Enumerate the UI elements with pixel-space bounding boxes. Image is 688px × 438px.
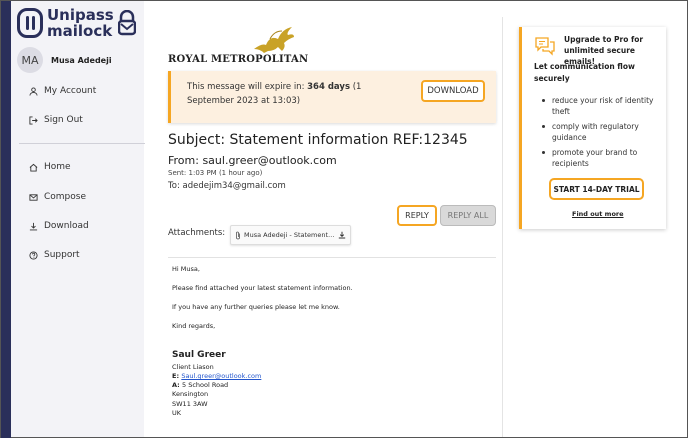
griffin-logo-icon	[254, 27, 294, 53]
sidebar-item-label: Compose	[44, 192, 87, 202]
expiry-text: This message will expire in: 364 days (1…	[187, 80, 387, 108]
attachment-chip[interactable]: Musa Adedeji - Statement do...	[230, 225, 351, 245]
sidebar-item-label: Download	[44, 221, 89, 231]
body-greeting: Hi Musa,	[172, 265, 200, 273]
sidebar-item-label: Sign Out	[44, 115, 83, 125]
start-trial-button[interactable]: START 14-DAY TRIAL	[549, 178, 644, 200]
reply-all-button[interactable]: REPLY ALL	[440, 205, 496, 226]
upgrade-promo-card: Upgrade to Pro for unlimited secure emai…	[519, 27, 666, 229]
reply-button[interactable]: REPLY	[397, 205, 437, 226]
sidebar: Unipass mailock MA Musa Adedeji My Accou…	[11, 1, 145, 437]
body-signoff: Kind regards,	[172, 322, 216, 330]
signature-email-line: E: Saul.greer@outlook.com	[172, 372, 261, 380]
signature-name: Saul Greer	[172, 350, 226, 360]
message-panel: ROYAL METROPOLITAN This message will exp…	[144, 1, 502, 437]
download-button[interactable]: DOWNLOAD	[421, 80, 485, 102]
email-to: To: adedejim34@gmail.com	[168, 181, 286, 191]
download-icon	[29, 222, 38, 230]
app-logo-text: Unipass mailock	[47, 7, 114, 39]
sidebar-item-label: Support	[44, 250, 80, 260]
body-divider	[168, 257, 496, 258]
brand-name: ROYAL METROPOLITAN	[168, 54, 309, 65]
help-icon	[29, 250, 38, 260]
sidebar-item-download[interactable]: Download	[29, 221, 89, 231]
signature-title: Client Liason	[172, 363, 214, 371]
signature-email-prefix: E:	[172, 372, 182, 380]
sidebar-item-compose[interactable]: Compose	[29, 192, 86, 202]
list-item: reduce your risk of identity theft	[542, 95, 664, 117]
sidebar-item-label: Home	[44, 162, 71, 172]
mail-icon	[29, 193, 38, 201]
promo-subtitle: Let communication flow securely	[534, 62, 635, 83]
chat-bubbles-icon	[535, 37, 555, 56]
sidebar-item-label: My Account	[44, 86, 97, 96]
panel-divider	[502, 17, 503, 437]
attachments-label: Attachments:	[168, 228, 226, 238]
download-icon[interactable]	[338, 231, 346, 239]
signature-city: Kensington	[172, 390, 209, 398]
signature-postcode: SW11 3AW	[172, 400, 208, 408]
unipass-logo-icon	[17, 8, 43, 38]
email-subject: Subject: Statement information REF:12345	[168, 132, 468, 148]
app-logo[interactable]: Unipass mailock	[17, 7, 136, 39]
left-accent-strip	[1, 1, 11, 438]
user-icon	[29, 86, 38, 96]
sidebar-item-sign-out[interactable]: Sign Out	[29, 115, 83, 125]
list-item: comply with regulatory guidance	[542, 121, 664, 143]
body-paragraph: Please find attached your latest stateme…	[172, 284, 353, 292]
paperclip-icon	[236, 231, 240, 239]
sidebar-divider	[19, 143, 145, 144]
signature-address: 5 School Road	[182, 381, 229, 389]
user-name: Musa Adedeji	[51, 55, 112, 65]
body-paragraph: If you have any further queries please l…	[172, 303, 340, 311]
logo-line-1: Unipass	[47, 6, 114, 24]
sidebar-item-support[interactable]: Support	[29, 250, 80, 260]
signature-address-prefix: A:	[172, 381, 183, 389]
signature-email-link[interactable]: Saul.greer@outlook.com	[181, 372, 261, 380]
attachment-filename: Musa Adedeji - Statement do...	[244, 231, 335, 239]
list-item: promote your brand to recipients	[542, 147, 664, 169]
signature-address-line: A: 5 School Road	[172, 381, 228, 389]
sidebar-item-home[interactable]: Home	[29, 162, 71, 172]
email-sent-time: Sent: 1:03 PM (1 hour ago)	[168, 169, 263, 177]
expiry-prefix: This message will expire in:	[187, 82, 308, 92]
promo-benefits-list: reduce your risk of identity theft compl…	[542, 95, 664, 173]
sign-out-icon	[29, 115, 38, 125]
signature-country: UK	[172, 409, 182, 417]
mailock-lock-icon	[117, 10, 136, 36]
find-out-more-link[interactable]: Find out more	[572, 210, 624, 218]
expiry-notice: This message will expire in: 364 days (1…	[168, 71, 496, 123]
sidebar-item-my-account[interactable]: My Account	[29, 86, 96, 96]
logo-line-2: mailock	[47, 22, 113, 40]
user-profile[interactable]: MA Musa Adedeji	[17, 47, 112, 73]
expiry-days: 364 days	[307, 82, 351, 92]
email-from: From: saul.greer@outlook.com	[168, 154, 337, 167]
avatar: MA	[17, 47, 43, 73]
home-icon	[29, 163, 38, 172]
sender-brand-logo: ROYAL METROPOLITAN	[168, 25, 308, 65]
